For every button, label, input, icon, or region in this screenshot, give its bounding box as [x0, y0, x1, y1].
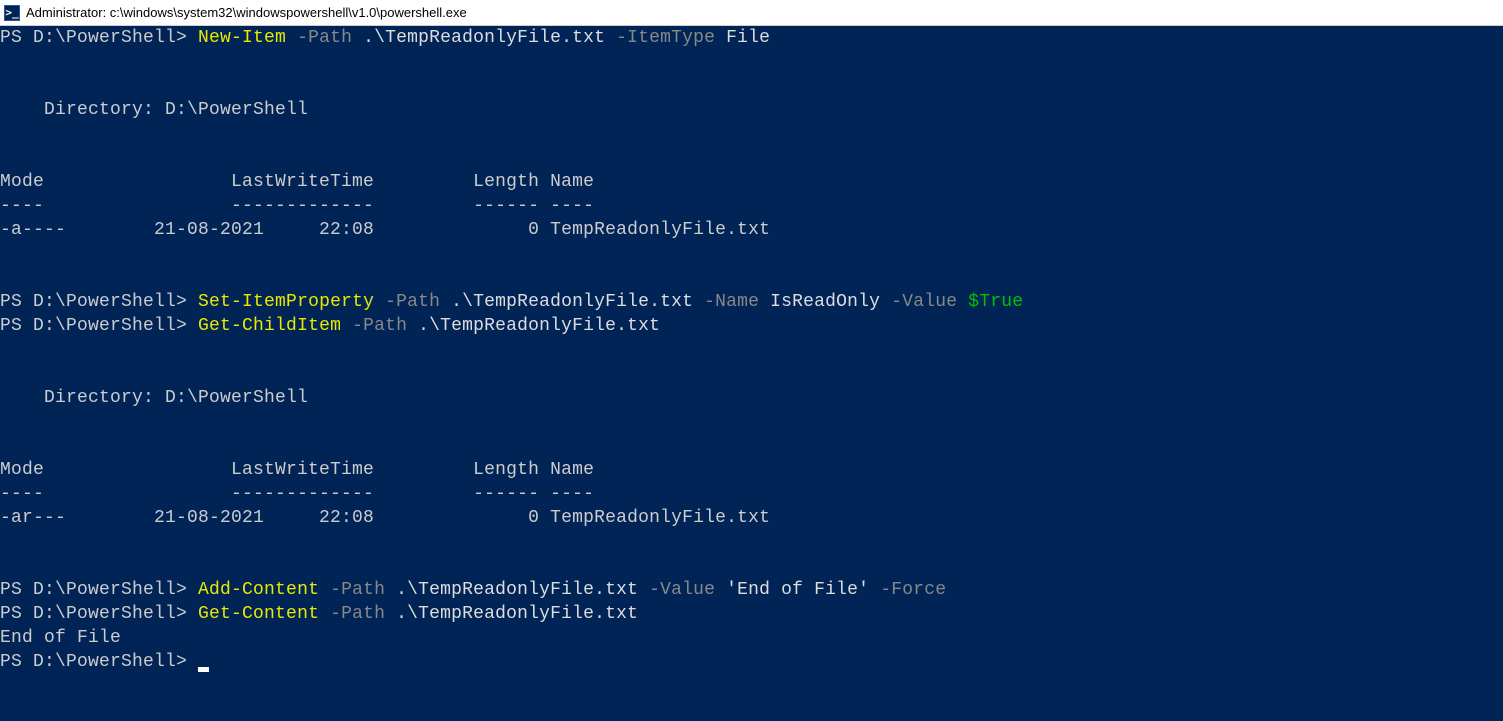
table-header: Mode LastWriteTime Length Name — [0, 460, 594, 480]
param: -Path — [341, 316, 407, 336]
param: -ItemType — [605, 28, 715, 48]
table-divider: ---- ------------- ------ ---- — [0, 484, 594, 504]
arg-string: 'End of File' — [715, 580, 869, 600]
arg-variable: $True — [957, 292, 1023, 312]
window-title: Administrator: c:\windows\system32\windo… — [26, 5, 467, 20]
table-divider: ---- ------------- ------ ---- — [0, 196, 594, 216]
table-row: -ar--- 21-08-2021 22:08 0 TempReadonlyFi… — [0, 508, 770, 528]
window-titlebar[interactable]: >_ Administrator: c:\windows\system32\wi… — [0, 0, 1503, 26]
prompt: PS D:\PowerShell> — [0, 292, 198, 312]
cmdlet: Add-Content — [198, 580, 319, 600]
table-row: -a---- 21-08-2021 22:08 0 TempReadonlyFi… — [0, 220, 770, 240]
table-header: Mode LastWriteTime Length Name — [0, 172, 594, 192]
prompt: PS D:\PowerShell> — [0, 652, 198, 672]
param: -Path — [319, 604, 385, 624]
arg: .\TempReadonlyFile.txt — [352, 28, 605, 48]
arg: File — [715, 28, 770, 48]
powershell-icon: >_ — [4, 5, 20, 21]
param: -Path — [319, 580, 385, 600]
directory-line: Directory: D:\PowerShell — [0, 388, 308, 408]
param: -Path — [374, 292, 440, 312]
param: -Value — [638, 580, 715, 600]
arg: .\TempReadonlyFile.txt — [440, 292, 693, 312]
arg: IsReadOnly — [759, 292, 880, 312]
cmdlet: Set-ItemProperty — [198, 292, 374, 312]
output-line: End of File — [0, 628, 121, 648]
directory-line: Directory: D:\PowerShell — [0, 100, 308, 120]
param: -Name — [693, 292, 759, 312]
param: -Path — [286, 28, 352, 48]
prompt: PS D:\PowerShell> — [0, 604, 198, 624]
cmdlet: New-Item — [198, 28, 286, 48]
arg: .\TempReadonlyFile.txt — [385, 604, 638, 624]
param: -Value — [880, 292, 957, 312]
terminal-area[interactable]: PS D:\PowerShell> New-Item -Path .\TempR… — [0, 26, 1503, 721]
arg: .\TempReadonlyFile.txt — [407, 316, 660, 336]
cursor — [198, 667, 209, 672]
cmdlet: Get-ChildItem — [198, 316, 341, 336]
prompt: PS D:\PowerShell> — [0, 28, 198, 48]
prompt: PS D:\PowerShell> — [0, 580, 198, 600]
arg: .\TempReadonlyFile.txt — [385, 580, 638, 600]
cmdlet: Get-Content — [198, 604, 319, 624]
prompt: PS D:\PowerShell> — [0, 316, 198, 336]
param: -Force — [869, 580, 946, 600]
